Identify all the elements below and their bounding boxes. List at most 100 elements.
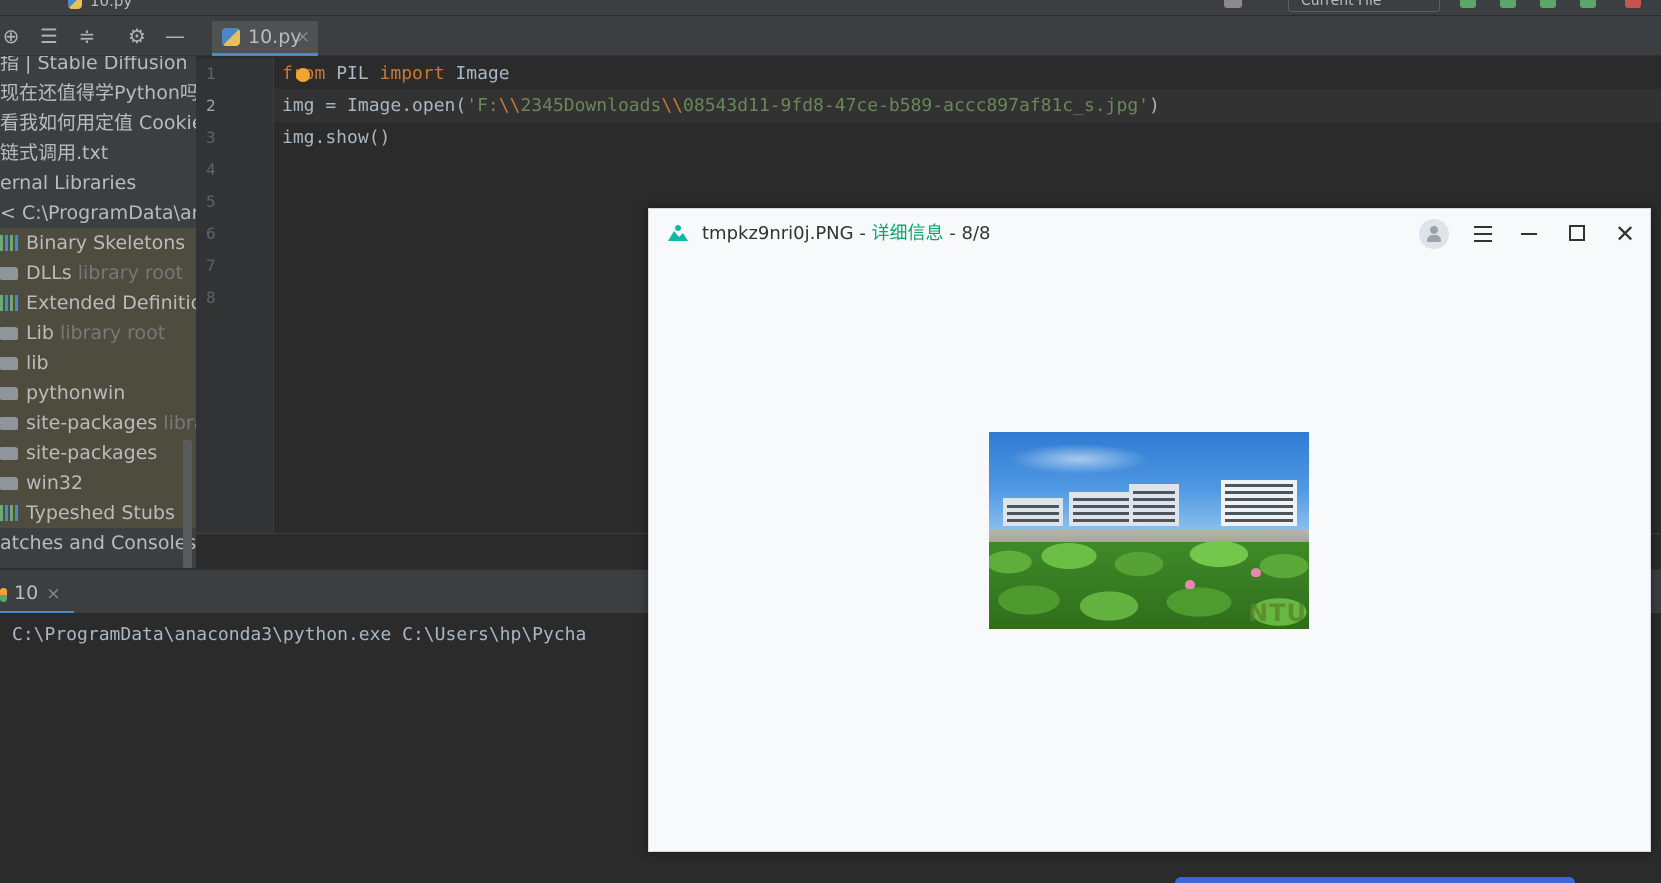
tree-item-label: site-packages: [26, 412, 158, 434]
crosshair-icon[interactable]: ⊕: [0, 25, 22, 47]
line-number: 6: [206, 224, 216, 243]
tab-label: 10.py: [248, 26, 302, 48]
tree-item[interactable]: Binary Skeletons: [0, 228, 196, 258]
line-number: 7: [206, 256, 216, 275]
stop-icon[interactable]: [1625, 0, 1641, 8]
tree-item[interactable]: 链式调用.txt: [0, 138, 196, 168]
line-number: 4: [206, 160, 216, 179]
tree-item-label: win32: [26, 472, 84, 494]
tree-item-label: 链式调用.txt: [0, 142, 109, 164]
run-configuration-select[interactable]: Current File: [1288, 0, 1440, 12]
code-line-2[interactable]: img = Image.open('F:\\2345Downloads\\085…: [282, 90, 1160, 122]
project-scrollbar[interactable]: [183, 440, 192, 568]
line-number-gutter: 1 2 3 4 5 6 7 8: [196, 58, 274, 533]
tree-item[interactable]: 看我如何用定值 Cookie: [0, 108, 196, 138]
photo-app-icon: [668, 225, 688, 241]
python-file-icon: [222, 28, 240, 46]
tree-item-label: site-packages: [26, 442, 158, 464]
tree-item[interactable]: DLLs library root: [0, 258, 196, 288]
folder-icon: [0, 357, 18, 370]
folder-icon: [0, 447, 18, 460]
breadcrumb-file: 10.py: [90, 0, 133, 10]
taskbar-edge: [1175, 877, 1575, 883]
tree-item[interactable]: site-packages: [0, 438, 196, 468]
tree-item-label: Extended Definition: [26, 292, 196, 314]
tree-item[interactable]: lib: [0, 348, 196, 378]
viewer-title: tmpkz9nri0j.PNG - 详细信息 - 8/8: [668, 221, 990, 247]
tree-item[interactable]: pythonwin: [0, 378, 196, 408]
editor-tab-bar: 10.py ×: [196, 16, 1661, 56]
tree-item-label: lib: [26, 352, 49, 374]
tree-item-label: ernal Libraries: [0, 172, 137, 194]
tree-item-hint: library root: [77, 262, 183, 284]
minimize-icon[interactable]: [1521, 233, 1537, 235]
displayed-photo: NTU: [989, 432, 1309, 629]
tree-item[interactable]: 现在还值得学Python吗?: [0, 78, 196, 108]
profile-icon[interactable]: [1580, 0, 1596, 8]
line-number: 8: [206, 288, 216, 307]
tree-item[interactable]: ernal Libraries: [0, 168, 196, 198]
line-number: 2: [206, 96, 216, 115]
tree-item[interactable]: atches and Consoles: [0, 528, 196, 558]
tree-item-hint: libra: [163, 412, 196, 434]
project-toolbar: ⊕ ☰ ≑ ⚙ —: [0, 16, 196, 56]
breadcrumb[interactable]: 10.py: [4, 0, 132, 10]
collapse-all-icon[interactable]: ≑: [76, 25, 98, 47]
viewer-filename: tmpkz9nri0j.PNG: [702, 223, 854, 244]
tree-item-label: atches and Consoles: [0, 532, 196, 554]
folder-icon: [0, 477, 18, 490]
photo-watermark: NTU: [1248, 599, 1307, 627]
line-number: 5: [206, 192, 216, 211]
tree-item[interactable]: Typeshed Stubs: [0, 498, 196, 528]
minimize-icon[interactable]: —: [164, 25, 186, 47]
folder-icon: [0, 267, 18, 280]
close-icon[interactable]: ×: [296, 21, 310, 53]
tree-item-label: 看我如何用定值 Cookie: [0, 112, 196, 134]
debug-icon[interactable]: [1500, 0, 1516, 8]
coverage-icon[interactable]: [1540, 0, 1556, 8]
image-viewer-window: tmpkz9nri0j.PNG - 详细信息 - 8/8 ✕ NTU: [648, 208, 1651, 852]
project-tree: 指 | Stable Diffusion 现在还值得学Python吗? 看我如何用定…: [0, 56, 196, 568]
user-icon[interactable]: [1224, 0, 1242, 8]
run-icon[interactable]: [1460, 0, 1476, 8]
tree-item[interactable]: win32: [0, 468, 196, 498]
tree-item-label: Lib: [26, 322, 54, 344]
close-icon[interactable]: ✕: [1609, 219, 1641, 251]
tree-item-label: Binary Skeletons: [26, 232, 186, 254]
tree-item[interactable]: Extended Definition: [0, 288, 196, 318]
tree-item-label: 现在还值得学Python吗?: [0, 82, 196, 104]
tree-item-hint: library root: [59, 322, 166, 344]
library-icon: [0, 505, 20, 521]
tree-item-label: Typeshed Stubs: [26, 502, 175, 524]
tree-item[interactable]: Lib library root: [0, 318, 196, 348]
tree-item-label: pythonwin: [26, 382, 126, 404]
menu-icon[interactable]: [1474, 226, 1492, 242]
code-line-1[interactable]: from PIL import Image: [282, 58, 510, 90]
run-tab-10[interactable]: 10 ×: [0, 576, 74, 614]
maximize-icon[interactable]: [1569, 225, 1585, 241]
folder-icon: [0, 417, 18, 430]
folder-icon: [0, 327, 18, 340]
tree-item-label: DLLs: [26, 262, 72, 284]
avatar-icon[interactable]: [1419, 219, 1449, 249]
page-counter: 8/8: [961, 223, 991, 244]
console-output-line: C:\ProgramData\anaconda3\python.exe C:\U…: [12, 624, 587, 645]
tab-10-py[interactable]: 10.py ×: [212, 21, 318, 56]
tree-item[interactable]: 指 | Stable Diffusion: [0, 56, 196, 78]
lightbulb-icon[interactable]: [296, 68, 310, 82]
tree-item[interactable]: site-packageslibra: [0, 408, 196, 438]
line-number: 3: [206, 128, 216, 147]
run-tab-label: 10: [14, 582, 39, 604]
gear-icon[interactable]: ⚙: [126, 25, 148, 47]
expand-all-icon[interactable]: ☰: [38, 25, 60, 47]
tree-item[interactable]: < C:\ProgramData\ana: [0, 198, 196, 228]
folder-icon: [0, 387, 18, 400]
close-icon[interactable]: ×: [46, 584, 60, 604]
python-file-icon: [68, 0, 82, 9]
tree-item-label: < C:\ProgramData\ana: [0, 202, 196, 224]
line-number: 1: [206, 64, 216, 83]
code-line-3[interactable]: img.show(): [282, 122, 390, 154]
python-run-icon: [0, 588, 7, 602]
library-icon: [0, 235, 20, 251]
detail-info-link[interactable]: 详细信息: [872, 223, 944, 244]
